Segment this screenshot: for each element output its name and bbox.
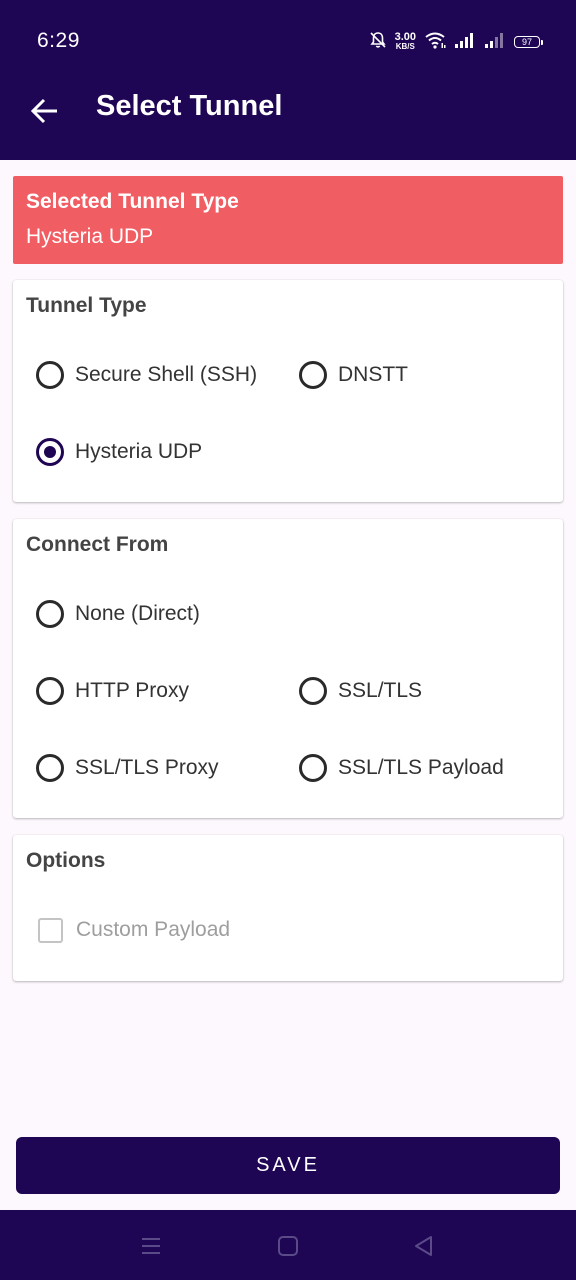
radio-dnstt[interactable]: DNSTT xyxy=(297,357,408,393)
bell-off-icon xyxy=(369,31,387,54)
selected-tunnel-banner: Selected Tunnel Type Hysteria UDP xyxy=(13,176,563,264)
tunnel-type-card: Tunnel Type Secure Shell (SSH) DNSTT Hys… xyxy=(13,280,563,502)
radio-ssl-tls-payload[interactable]: SSL/TLS Payload xyxy=(297,750,504,786)
radio-ssl-tls[interactable]: SSL/TLS xyxy=(297,673,422,709)
radio-circle[interactable] xyxy=(36,754,64,782)
radio-circle-checked[interactable] xyxy=(36,438,64,466)
options-title: Options xyxy=(26,849,106,872)
radio-circle[interactable] xyxy=(299,677,327,705)
status-icons: 3.00 KB/S 97 xyxy=(369,28,543,56)
net-speed: 3.00 KB/S xyxy=(394,31,416,52)
radio-ssh-label: Secure Shell (SSH) xyxy=(75,363,258,386)
battery-icon: 97 xyxy=(514,36,543,48)
radio-circle[interactable] xyxy=(36,361,64,389)
status-bar: 6:29 3.00 KB/S 97 xyxy=(0,0,576,80)
signal-icon-1 xyxy=(454,31,476,54)
page-title: Select Tunnel xyxy=(96,90,283,122)
radio-http-proxy-label: HTTP Proxy xyxy=(75,679,189,702)
radio-none-direct[interactable]: None (Direct) xyxy=(34,596,200,632)
status-time: 6:29 xyxy=(37,29,80,52)
net-speed-unit: KB/S xyxy=(395,42,415,51)
checkbox-box[interactable] xyxy=(38,917,63,943)
radio-circle[interactable] xyxy=(36,600,64,628)
signal-icon-2 xyxy=(484,31,506,54)
radio-dnstt-label: DNSTT xyxy=(338,363,408,386)
options-card: Options Custom Payload xyxy=(13,835,563,981)
radio-circle[interactable] xyxy=(36,677,64,705)
home-square-icon[interactable] xyxy=(275,1233,301,1259)
radio-ssl-tls-proxy[interactable]: SSL/TLS Proxy xyxy=(34,750,219,786)
custom-payload-checkbox[interactable]: Custom Payload xyxy=(34,912,230,948)
radio-hysteria-udp[interactable]: Hysteria UDP xyxy=(34,434,202,470)
radio-http-proxy[interactable]: HTTP Proxy xyxy=(34,673,189,709)
radio-circle[interactable] xyxy=(299,361,327,389)
connect-from-card: Connect From None (Direct) HTTP Proxy SS… xyxy=(13,519,563,818)
save-button[interactable]: SAVE xyxy=(16,1137,560,1194)
custom-payload-label: Custom Payload xyxy=(76,918,231,941)
wifi-icon xyxy=(424,31,446,54)
selected-tunnel-label: Selected Tunnel Type xyxy=(26,190,239,213)
radio-none-direct-label: None (Direct) xyxy=(75,602,200,625)
radio-ssl-tls-label: SSL/TLS xyxy=(338,679,423,702)
radio-ssl-tls-payload-label: SSL/TLS Payload xyxy=(338,756,504,779)
radio-ssl-tls-proxy-label: SSL/TLS Proxy xyxy=(75,756,219,779)
selected-tunnel-value: Hysteria UDP xyxy=(26,225,154,248)
radio-circle[interactable] xyxy=(299,754,327,782)
net-speed-value: 3.00 xyxy=(394,31,416,43)
connect-from-title: Connect From xyxy=(26,533,169,556)
menu-icon[interactable] xyxy=(138,1233,164,1259)
arrow-left-icon[interactable] xyxy=(28,94,62,128)
system-nav-bar xyxy=(0,1210,576,1280)
radio-ssh[interactable]: Secure Shell (SSH) xyxy=(34,357,257,393)
radio-hysteria-udp-label: Hysteria UDP xyxy=(75,440,203,463)
back-triangle-icon[interactable] xyxy=(411,1233,437,1259)
tunnel-type-title: Tunnel Type xyxy=(26,294,147,317)
app-bar: Select Tunnel xyxy=(0,80,576,160)
